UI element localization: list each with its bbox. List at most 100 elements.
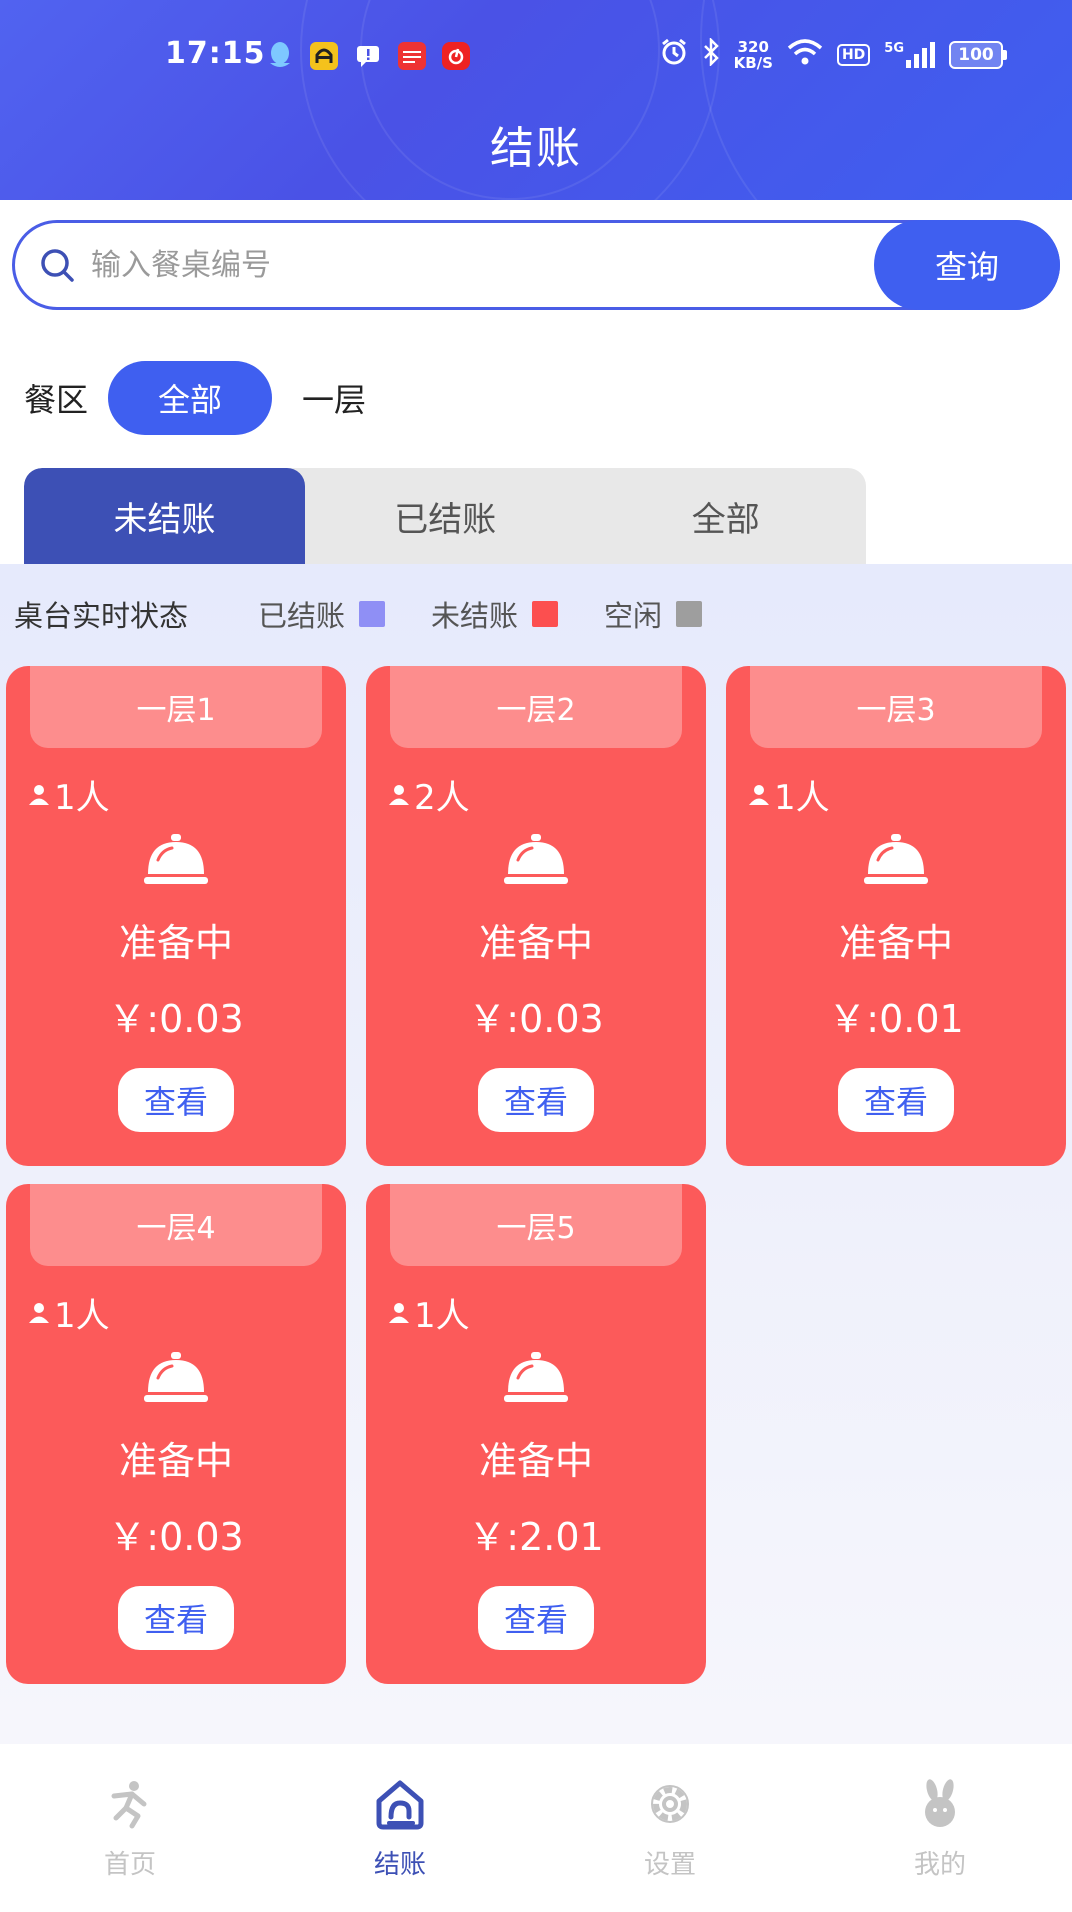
- area-label: 餐区: [24, 381, 89, 419]
- nav-label: 首页: [103, 1850, 156, 1880]
- person-icon: [29, 1302, 49, 1323]
- nav-label: 我的: [913, 1850, 966, 1880]
- table-status: 准备中: [478, 1439, 593, 1483]
- area-option-floor-1[interactable]: 一层: [272, 361, 396, 435]
- legend-title: 桌台实时状态: [14, 599, 189, 633]
- guest-count-text: 1人: [54, 1296, 110, 1336]
- qq-icon: [266, 42, 294, 70]
- person-icon: [389, 1302, 409, 1323]
- view-button[interactable]: 查看: [478, 1586, 594, 1650]
- table-amount: ￥:0.03: [108, 997, 244, 1041]
- tab-paid[interactable]: 已结账: [305, 468, 586, 564]
- area-filter: 餐区 全部 一层: [24, 360, 396, 436]
- person-icon: [29, 784, 49, 805]
- nav-label: 结账: [373, 1850, 426, 1880]
- speed-value: 320: [737, 38, 769, 56]
- bottom-navigation: 首页 结账 设置 我的: [0, 1746, 1072, 1912]
- home-checkout-icon: [372, 1776, 428, 1832]
- speed-unit: KB/S: [733, 54, 773, 72]
- toutiao-icon: [398, 42, 426, 70]
- runner-icon: [102, 1776, 158, 1832]
- legend-label: 空闲: [604, 599, 663, 633]
- view-button[interactable]: 查看: [118, 1586, 234, 1650]
- guest-count: 1人: [388, 1288, 470, 1337]
- hd-badge: HD: [836, 44, 871, 66]
- legend-label: 未结账: [431, 599, 519, 633]
- battery-icon: 100: [949, 41, 1007, 69]
- legend-swatch: [676, 601, 703, 627]
- table-name: 一层1: [30, 666, 322, 748]
- table-name: 一层4: [30, 1184, 322, 1266]
- view-button[interactable]: 查看: [118, 1068, 234, 1132]
- legend-item-unpaid: 未结账: [431, 593, 559, 635]
- page-title: 结账: [490, 123, 582, 174]
- wifi-icon: [787, 38, 823, 72]
- guest-count: 1人: [28, 770, 110, 819]
- nav-checkout[interactable]: 结账: [320, 1776, 480, 1881]
- cloche-icon: [504, 834, 568, 884]
- query-button[interactable]: 查询: [874, 220, 1060, 310]
- battery-level: 100: [949, 41, 1003, 69]
- area-option-all[interactable]: 全部: [108, 361, 273, 435]
- nav-settings[interactable]: 设置: [590, 1776, 750, 1881]
- status-legend: 桌台实时状态 已结账 未结账 空闲: [14, 593, 703, 635]
- table-status: 准备中: [478, 921, 593, 965]
- search-bar: 查询: [12, 220, 1060, 310]
- message-icon: [354, 42, 382, 70]
- person-icon: [389, 784, 409, 805]
- rabbit-profile-icon: [912, 1776, 968, 1832]
- view-button[interactable]: 查看: [478, 1068, 594, 1132]
- table-name: 一层5: [390, 1184, 682, 1266]
- legend-item-paid: 已结账: [258, 593, 386, 635]
- table-name: 一层2: [390, 666, 682, 748]
- table-name: 一层3: [750, 666, 1042, 748]
- table-amount: ￥:0.03: [108, 1515, 244, 1559]
- table-status: 准备中: [838, 921, 953, 965]
- guest-count: 2人: [388, 770, 470, 819]
- table-amount: ￥:0.03: [468, 997, 604, 1041]
- network-type: 5G: [884, 41, 904, 56]
- legend-swatch: [532, 601, 559, 627]
- gear-icon: [642, 1776, 698, 1832]
- nav-label: 设置: [643, 1850, 696, 1880]
- bluetooth-icon: [702, 36, 720, 72]
- table-status-panel: 桌台实时状态 已结账 未结账 空闲 一层1 1人 准备中 ￥:0.03 查看 一…: [0, 564, 1072, 1744]
- cloche-icon: [144, 1352, 208, 1402]
- view-button[interactable]: 查看: [838, 1068, 954, 1132]
- table-card[interactable]: 一层3 1人 准备中 ￥:0.01 查看: [726, 666, 1066, 1166]
- guest-count: 1人: [748, 770, 830, 819]
- legend-label: 已结账: [258, 599, 346, 633]
- guest-count-text: 2人: [414, 778, 470, 818]
- table-card[interactable]: 一层2 2人 准备中 ￥:0.03 查看: [366, 666, 706, 1166]
- alarm-icon: [660, 38, 688, 72]
- person-icon: [749, 784, 769, 805]
- guest-count-text: 1人: [54, 778, 110, 818]
- nav-profile[interactable]: 我的: [860, 1776, 1020, 1881]
- table-status: 准备中: [118, 1439, 233, 1483]
- table-status: 准备中: [118, 921, 233, 965]
- legend-swatch: [359, 601, 386, 627]
- cloche-icon: [864, 834, 928, 884]
- status-right-group: 320 KB/S HD 5G 100: [660, 36, 1007, 72]
- app-notification-icon: [310, 42, 338, 70]
- legend-item-idle: 空闲: [604, 593, 703, 635]
- tab-all[interactable]: 全部: [586, 468, 867, 564]
- app-header: 17:15 320 KB/S HD 5G 100 结账: [0, 0, 1072, 200]
- network-speed: 320 KB/S: [734, 39, 773, 71]
- table-amount: ￥:0.01: [828, 997, 964, 1041]
- table-card[interactable]: 一层5 1人 准备中 ￥:2.01 查看: [366, 1184, 706, 1684]
- table-card[interactable]: 一层1 1人 准备中 ￥:0.03 查看: [6, 666, 346, 1166]
- table-card[interactable]: 一层4 1人 准备中 ￥:0.03 查看: [6, 1184, 346, 1684]
- tab-unpaid[interactable]: 未结账: [24, 468, 305, 564]
- cloche-icon: [144, 834, 208, 884]
- search-icon: [41, 249, 74, 282]
- table-number-search-input[interactable]: [91, 237, 871, 293]
- netease-music-icon: [442, 42, 470, 70]
- signal-indicator: 5G: [884, 42, 935, 68]
- guest-count-text: 1人: [414, 1296, 470, 1336]
- status-time: 17:15: [165, 36, 266, 71]
- cloche-icon: [504, 1352, 568, 1402]
- checkout-status-tabs: 未结账 已结账 全部: [24, 468, 866, 564]
- signal-bars-icon: [906, 42, 935, 68]
- nav-home[interactable]: 首页: [50, 1776, 210, 1881]
